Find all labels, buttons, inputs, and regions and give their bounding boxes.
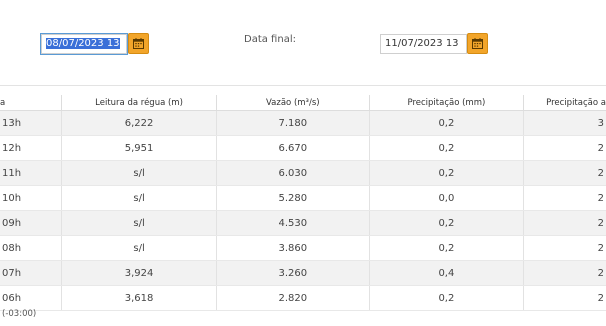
cell-time: 13h xyxy=(0,110,62,136)
cell-precip-acc: 2 xyxy=(523,210,606,236)
column-header-flow[interactable]: Vazão (m³/s) xyxy=(215,95,370,111)
cell-time: 06h xyxy=(0,285,62,311)
cell-flow: 6.030 xyxy=(215,160,370,186)
start-date-input[interactable]: 08/07/2023 13 xyxy=(40,33,128,55)
cell-time: 09h xyxy=(0,210,62,236)
cell-gauge: 3,924 xyxy=(61,260,217,286)
table-row: 07h 3,924 3.260 0,4 2 xyxy=(0,260,606,286)
table-row: 13h 6,222 7.180 0,2 3 xyxy=(0,110,606,136)
cell-gauge: 6,222 xyxy=(61,110,217,136)
cell-gauge: s/l xyxy=(61,235,217,261)
filters-divider xyxy=(0,85,606,86)
cell-flow: 6.670 xyxy=(215,135,370,161)
cell-gauge: 3,618 xyxy=(61,285,217,311)
cell-flow: 7.180 xyxy=(215,110,370,136)
cell-precip: 0,2 xyxy=(368,135,524,161)
end-date-input[interactable]: 11/07/2023 13 xyxy=(380,34,467,54)
cell-precip: 0,2 xyxy=(368,110,524,136)
readings-table: a Leitura da régua (m) Vazão (m³/s) Prec… xyxy=(0,95,606,311)
calendar-icon xyxy=(472,38,483,49)
cell-time: 10h xyxy=(0,185,62,211)
end-date-value: 11/07/2023 13 xyxy=(385,38,459,49)
cell-gauge: s/l xyxy=(61,210,217,236)
cell-precip-acc: 2 xyxy=(523,285,606,311)
cell-flow: 5.280 xyxy=(215,185,370,211)
cell-precip-acc: 2 xyxy=(523,160,606,186)
cell-precip: 0,0 xyxy=(368,185,524,211)
start-date-value: 08/07/2023 13 xyxy=(46,38,120,49)
end-date-label: Data final: xyxy=(244,34,296,45)
cell-precip-acc: 2 xyxy=(523,135,606,161)
column-header-precipitation-accumulated[interactable]: Precipitação a xyxy=(523,95,606,111)
column-header-precipitation[interactable]: Precipitação (mm) xyxy=(368,95,524,111)
cell-flow: 2.820 xyxy=(215,285,370,311)
cell-time: 07h xyxy=(0,260,62,286)
cell-gauge: s/l xyxy=(61,185,217,211)
cell-gauge: 5,951 xyxy=(61,135,217,161)
table-row: 08h s/l 3.860 0,2 2 xyxy=(0,235,606,261)
table-header-row: a Leitura da régua (m) Vazão (m³/s) Prec… xyxy=(0,95,606,111)
cell-gauge: s/l xyxy=(61,160,217,186)
cell-flow: 3.260 xyxy=(215,260,370,286)
cell-precip: 0,2 xyxy=(368,210,524,236)
cell-precip-acc: 2 xyxy=(523,235,606,261)
cell-time: 11h xyxy=(0,160,62,186)
table-row: 11h s/l 6.030 0,2 2 xyxy=(0,160,606,186)
table-row: 10h s/l 5.280 0,0 2 xyxy=(0,185,606,211)
calendar-icon xyxy=(133,38,144,49)
cell-flow: 4.530 xyxy=(215,210,370,236)
cell-precip-acc: 2 xyxy=(523,260,606,286)
cell-time: 12h xyxy=(0,135,62,161)
cell-precip-acc: 2 xyxy=(523,185,606,211)
cell-precip-acc: 3 xyxy=(523,110,606,136)
table-row: 12h 5,951 6.670 0,2 2 xyxy=(0,135,606,161)
cell-precip: 0,2 xyxy=(368,235,524,261)
column-header-time[interactable]: a xyxy=(0,95,62,111)
start-date-calendar-button[interactable] xyxy=(128,33,149,54)
timezone-note: (-03:00) xyxy=(2,309,37,319)
table-row: 09h s/l 4.530 0,2 2 xyxy=(0,210,606,236)
column-header-gauge-reading[interactable]: Leitura da régua (m) xyxy=(61,95,217,111)
cell-precip: 0,4 xyxy=(368,260,524,286)
cell-time: 08h xyxy=(0,235,62,261)
end-date-calendar-button[interactable] xyxy=(467,33,488,54)
cell-precip: 0,2 xyxy=(368,160,524,186)
cell-precip: 0,2 xyxy=(368,285,524,311)
cell-flow: 3.860 xyxy=(215,235,370,261)
table-row: 06h 3,618 2.820 0,2 2 xyxy=(0,285,606,311)
